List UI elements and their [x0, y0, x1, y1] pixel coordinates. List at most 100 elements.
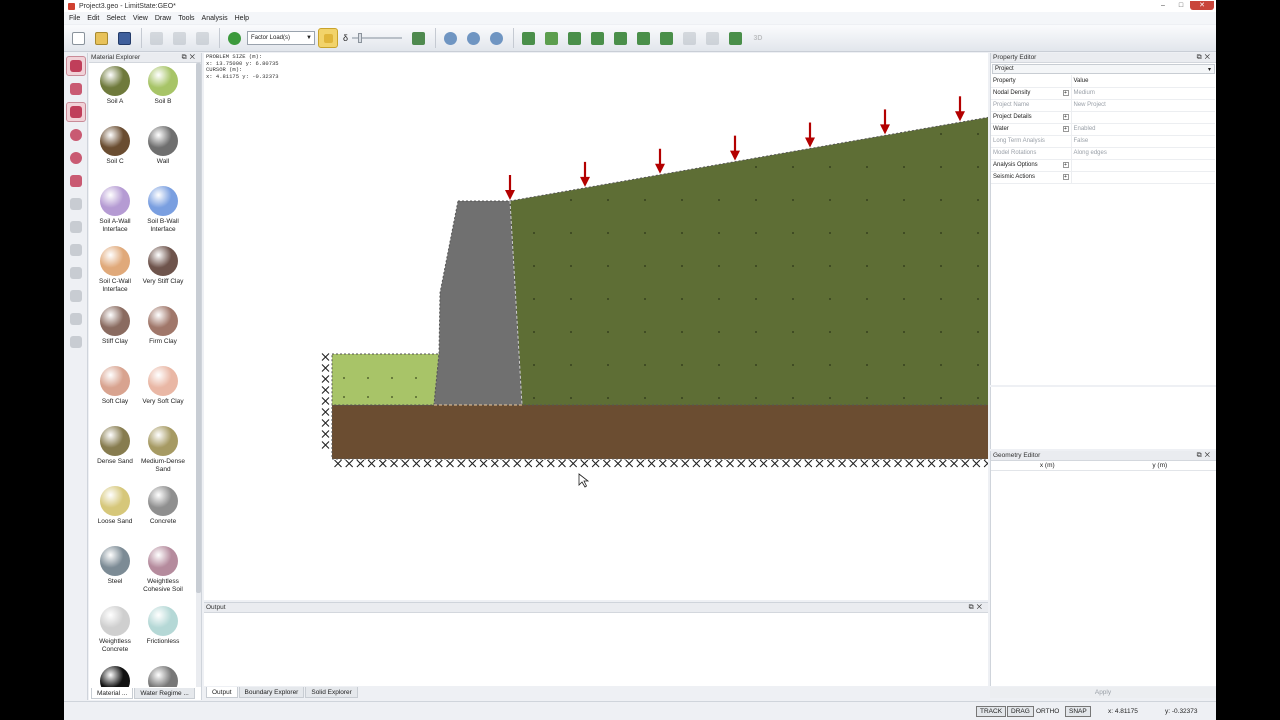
wall-region[interactable] [433, 200, 523, 406]
tool-disabled-3[interactable] [66, 240, 86, 260]
material-item[interactable]: Very Soft Clay [139, 366, 187, 406]
menu-analysis[interactable]: Analysis [202, 15, 228, 22]
node-dot[interactable] [533, 364, 535, 366]
node-dot[interactable] [866, 364, 868, 366]
view-3d-button[interactable]: 3D [748, 28, 768, 48]
fixed-support-icon[interactable] [524, 459, 533, 468]
fixed-support-icon[interactable] [457, 459, 466, 468]
load-arrow-icon[interactable] [580, 176, 590, 187]
minimize-button[interactable]: – [1154, 1, 1172, 10]
adequacy-slider[interactable] [352, 32, 403, 44]
animate-button[interactable] [408, 28, 428, 48]
property-row[interactable]: Model Rotations Along edges [991, 147, 1215, 160]
fixed-support-icon[interactable] [983, 459, 988, 468]
snap-grid-button[interactable] [725, 28, 745, 48]
fixed-support-icon[interactable] [916, 459, 925, 468]
property-row[interactable]: Water + Enabled [991, 123, 1215, 136]
material-item[interactable]: Frictionless [139, 606, 187, 646]
node-dot[interactable] [570, 199, 572, 201]
menu-help[interactable]: Help [235, 15, 249, 22]
material-item[interactable]: Soil A [91, 66, 139, 106]
material-item[interactable]: Dense Sand [91, 426, 139, 466]
node-dot[interactable] [977, 331, 979, 333]
node-dot[interactable] [866, 298, 868, 300]
tool-disabled-7[interactable] [66, 332, 86, 352]
fixed-support-icon[interactable] [569, 459, 578, 468]
material-item[interactable]: Soil B-Wall Interface [139, 186, 187, 234]
fixed-support-icon[interactable] [367, 459, 376, 468]
material-item[interactable] [139, 666, 187, 687]
fixed-support-icon[interactable] [961, 459, 970, 468]
node-dot[interactable] [681, 397, 683, 399]
node-dot[interactable] [718, 331, 720, 333]
menu-file[interactable]: File [69, 15, 80, 22]
fixed-support-icon[interactable] [804, 459, 813, 468]
fixed-support-icon[interactable] [321, 353, 330, 361]
fixed-support-icon[interactable] [321, 386, 330, 394]
scrollbar-thumb[interactable] [196, 63, 201, 593]
node-dot[interactable] [792, 166, 794, 168]
property-value[interactable] [1070, 159, 1215, 172]
node-dot[interactable] [940, 166, 942, 168]
analysis-mode-select[interactable]: Factor Load(s) ▼ [247, 31, 315, 45]
node-dot[interactable] [903, 199, 905, 201]
fixed-support-icon[interactable] [692, 459, 701, 468]
tool-disabled-1[interactable] [66, 194, 86, 214]
fixed-support-icon[interactable] [759, 459, 768, 468]
property-row[interactable]: Project Details + [991, 111, 1215, 124]
node-dot[interactable] [755, 232, 757, 234]
fixed-support-icon[interactable] [390, 459, 398, 468]
show-solids-button[interactable] [518, 28, 538, 48]
show-mechanism-button[interactable] [679, 28, 699, 48]
fixed-support-icon[interactable] [770, 459, 779, 468]
property-row[interactable]: Long Term Analysis False [991, 135, 1215, 148]
query-tool-button[interactable] [66, 125, 86, 145]
fixed-support-icon[interactable] [591, 459, 600, 468]
menu-edit[interactable]: Edit [87, 15, 99, 22]
fixed-support-icon[interactable] [614, 459, 622, 468]
fixed-support-icon[interactable] [412, 459, 421, 468]
zoom-out-button[interactable] [463, 28, 483, 48]
fixed-support-icon[interactable] [636, 459, 645, 468]
maximize-button[interactable]: □ [1172, 1, 1190, 10]
material-item[interactable]: Firm Clay [139, 306, 187, 346]
node-dot[interactable] [570, 298, 572, 300]
expand-icon[interactable]: + [1062, 113, 1069, 120]
expand-icon[interactable]: + [1062, 173, 1069, 180]
mouse-cursor-icon[interactable] [578, 473, 590, 488]
soil-b-region[interactable] [331, 353, 440, 406]
soil-a-region[interactable] [509, 109, 988, 406]
node-dot[interactable] [866, 232, 868, 234]
node-dot[interactable] [829, 364, 831, 366]
property-row[interactable]: Seismic Actions + [991, 171, 1215, 184]
fixed-support-icon[interactable] [826, 459, 835, 468]
node-dot[interactable] [755, 331, 757, 333]
fixed-support-icon[interactable] [490, 459, 499, 468]
property-value[interactable]: Enabled [1070, 123, 1215, 136]
select-tool-button[interactable] [66, 56, 86, 76]
show-nodes-button[interactable] [564, 28, 584, 48]
fixed-support-icon[interactable] [871, 459, 880, 468]
fixed-support-icon[interactable] [479, 459, 488, 468]
node-dot[interactable] [718, 364, 720, 366]
drag-toggle[interactable]: DRAG [1007, 706, 1034, 717]
node-dot[interactable] [977, 199, 979, 201]
node-dot[interactable] [681, 364, 683, 366]
property-value[interactable] [1070, 171, 1215, 184]
node-dot[interactable] [977, 133, 979, 135]
ortho-toggle[interactable]: ORTHO [1036, 708, 1059, 715]
load-arrow-icon[interactable] [880, 124, 890, 135]
node-dot[interactable] [792, 364, 794, 366]
node-dot[interactable] [644, 397, 646, 399]
tab-material[interactable]: Material ... [91, 688, 134, 699]
fixed-support-icon[interactable] [670, 459, 678, 468]
show-grid-button[interactable] [541, 28, 561, 48]
node-dot[interactable] [644, 199, 646, 201]
node-dot[interactable] [367, 377, 369, 379]
panel-float-close-icon[interactable]: ⧉✕ [1197, 452, 1213, 460]
node-dot[interactable] [866, 166, 868, 168]
property-value[interactable] [1070, 111, 1215, 124]
fixed-support-icon[interactable] [737, 459, 746, 468]
fixed-support-icon[interactable] [401, 459, 410, 468]
undo-button[interactable] [146, 28, 166, 48]
